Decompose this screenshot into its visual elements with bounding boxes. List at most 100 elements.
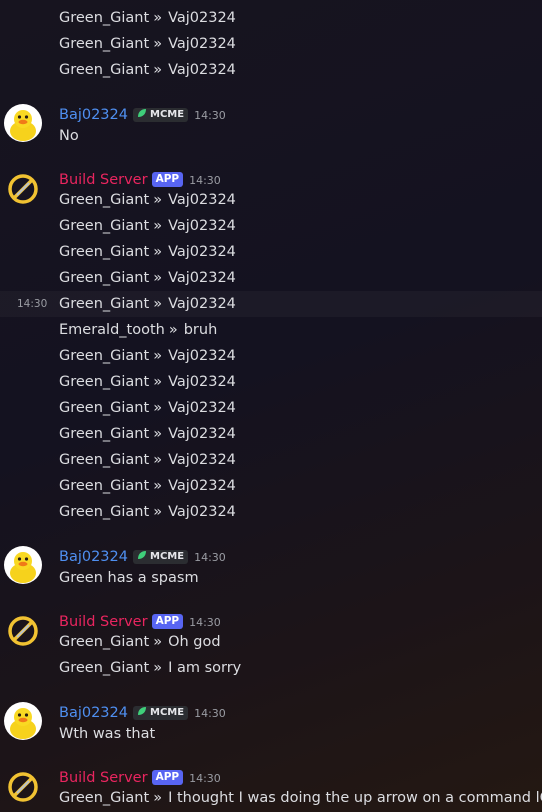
message-line: Green_Giant» Vaj02324: [59, 395, 236, 421]
server-tag[interactable]: MCME: [133, 108, 189, 122]
avatar-build-server[interactable]: [4, 612, 42, 650]
relay-sender: Green_Giant: [59, 192, 150, 208]
relay-separator: »: [153, 10, 163, 26]
relay-separator: »: [153, 348, 163, 364]
duck-icon: [4, 546, 42, 584]
relay-separator: »: [153, 504, 163, 520]
message-line: Green_Giant» Vaj02324: [59, 421, 236, 447]
timestamp[interactable]: 14:30: [189, 616, 221, 629]
server-tag-label: MCME: [150, 109, 185, 120]
no-entry-pickaxe-icon: [8, 616, 38, 646]
relay-text: Vaj02324: [168, 192, 236, 208]
message-line: Green_Giant» Vaj02324: [59, 265, 236, 291]
message-header: Baj02324 MCME 14:30: [59, 546, 226, 566]
message-header: Baj02324 MCME 14:30: [59, 104, 226, 124]
chat-message-list: Green_Giant» Vaj02324 Green_Giant» Vaj0232…: [0, 0, 542, 812]
server-tag[interactable]: MCME: [133, 550, 189, 564]
username[interactable]: Build Server: [59, 614, 148, 630]
username[interactable]: Baj02324: [59, 107, 128, 123]
server-tag-label: MCME: [150, 551, 185, 562]
avatar-duck[interactable]: [4, 104, 42, 142]
relay-text: bruh: [183, 322, 218, 338]
relay-text: Vaj02324: [168, 270, 236, 286]
relay-sender: Green_Giant: [59, 348, 150, 364]
relay-text: I thought I was doing the up arrow on a …: [168, 790, 542, 806]
relay-separator: »: [153, 270, 163, 286]
message-line: Green_Giant» Vaj02324: [59, 31, 236, 57]
relay-separator: »: [153, 218, 163, 234]
relay-text: I am sorry: [168, 660, 242, 676]
message-line: Green_Giant» Vaj02324: [59, 213, 236, 239]
relay-separator: »: [153, 660, 163, 676]
relay-separator: »: [153, 634, 163, 650]
relay-sender: Green_Giant: [59, 270, 150, 286]
relay-sender: Green_Giant: [59, 400, 150, 416]
hover-timestamp[interactable]: 14:30: [17, 291, 47, 317]
relay-sender: Green_Giant: [59, 504, 150, 520]
relay-separator: »: [153, 478, 163, 494]
message-text: Green has a spasm: [59, 570, 199, 586]
relay-text: Vaj02324: [168, 10, 236, 26]
relay-separator: »: [153, 62, 163, 78]
server-tag-label: MCME: [150, 707, 185, 718]
no-entry-pickaxe-icon: [8, 174, 38, 204]
relay-text: Oh god: [168, 634, 221, 650]
relay-text: Vaj02324: [168, 244, 236, 260]
timestamp[interactable]: 14:30: [194, 109, 226, 122]
username[interactable]: Build Server: [59, 770, 148, 786]
relay-sender: Green_Giant: [59, 374, 150, 390]
relay-sender: Green_Giant: [59, 62, 150, 78]
timestamp[interactable]: 14:30: [194, 551, 226, 564]
leaf-icon: [138, 109, 146, 117]
relay-separator: »: [153, 790, 163, 806]
timestamp[interactable]: 14:30: [189, 174, 221, 187]
relay-text: Vaj02324: [168, 478, 236, 494]
relay-separator: »: [153, 374, 163, 390]
message-text: No: [59, 128, 79, 144]
leaf-icon: [138, 551, 146, 559]
relay-sender: Green_Giant: [59, 426, 150, 442]
message-text: Wth was that: [59, 726, 156, 742]
message-line: Green_Giant» Vaj02324: [59, 447, 236, 473]
server-tag[interactable]: MCME: [133, 706, 189, 720]
message-line: Green_Giant» Vaj02324: [59, 5, 236, 31]
relay-text: Vaj02324: [168, 504, 236, 520]
username[interactable]: Baj02324: [59, 705, 128, 721]
message-header: Build Server APP 14:30: [59, 611, 221, 631]
relay-separator: »: [153, 452, 163, 468]
avatar-duck[interactable]: [4, 546, 42, 584]
relay-text: Vaj02324: [168, 348, 236, 364]
relay-text: Vaj02324: [168, 296, 236, 312]
message-line: Green_Giant» Vaj02324: [59, 187, 236, 213]
timestamp[interactable]: 14:30: [189, 772, 221, 785]
relay-sender: Green_Giant: [59, 36, 150, 52]
relay-separator: »: [153, 426, 163, 442]
leaf-icon: [138, 707, 146, 715]
username[interactable]: Baj02324: [59, 549, 128, 565]
relay-text: Vaj02324: [168, 452, 236, 468]
message-header: Build Server APP 14:30: [59, 767, 221, 787]
relay-sender: Green_Giant: [59, 634, 150, 650]
message-line: Green_Giant» Vaj02324: [59, 57, 236, 83]
message-line: Green_Giant» Vaj02324: [59, 369, 236, 395]
relay-separator: »: [168, 322, 178, 338]
app-badge: APP: [151, 770, 184, 785]
relay-text: Vaj02324: [168, 426, 236, 442]
relay-sender: Green_Giant: [59, 296, 150, 312]
avatar-build-server[interactable]: [4, 170, 42, 208]
timestamp[interactable]: 14:30: [194, 707, 226, 720]
username[interactable]: Build Server: [59, 172, 148, 188]
relay-sender: Green_Giant: [59, 478, 150, 494]
message-header: Baj02324 MCME 14:30: [59, 702, 226, 722]
relay-separator: »: [153, 296, 163, 312]
message-line: Green_Giant» Vaj02324: [59, 473, 236, 499]
relay-sender: Green_Giant: [59, 660, 150, 676]
duck-icon: [4, 104, 42, 142]
message-line: Green_Giant» I thought I was doing the up…: [59, 785, 542, 811]
avatar-duck[interactable]: [4, 702, 42, 740]
relay-sender: Green_Giant: [59, 452, 150, 468]
relay-sender: Green_Giant: [59, 790, 150, 806]
message-line: Green_Giant» Vaj02324: [59, 343, 236, 369]
avatar-build-server[interactable]: [4, 768, 42, 806]
message-line: Green_Giant» Vaj02324: [59, 239, 236, 265]
